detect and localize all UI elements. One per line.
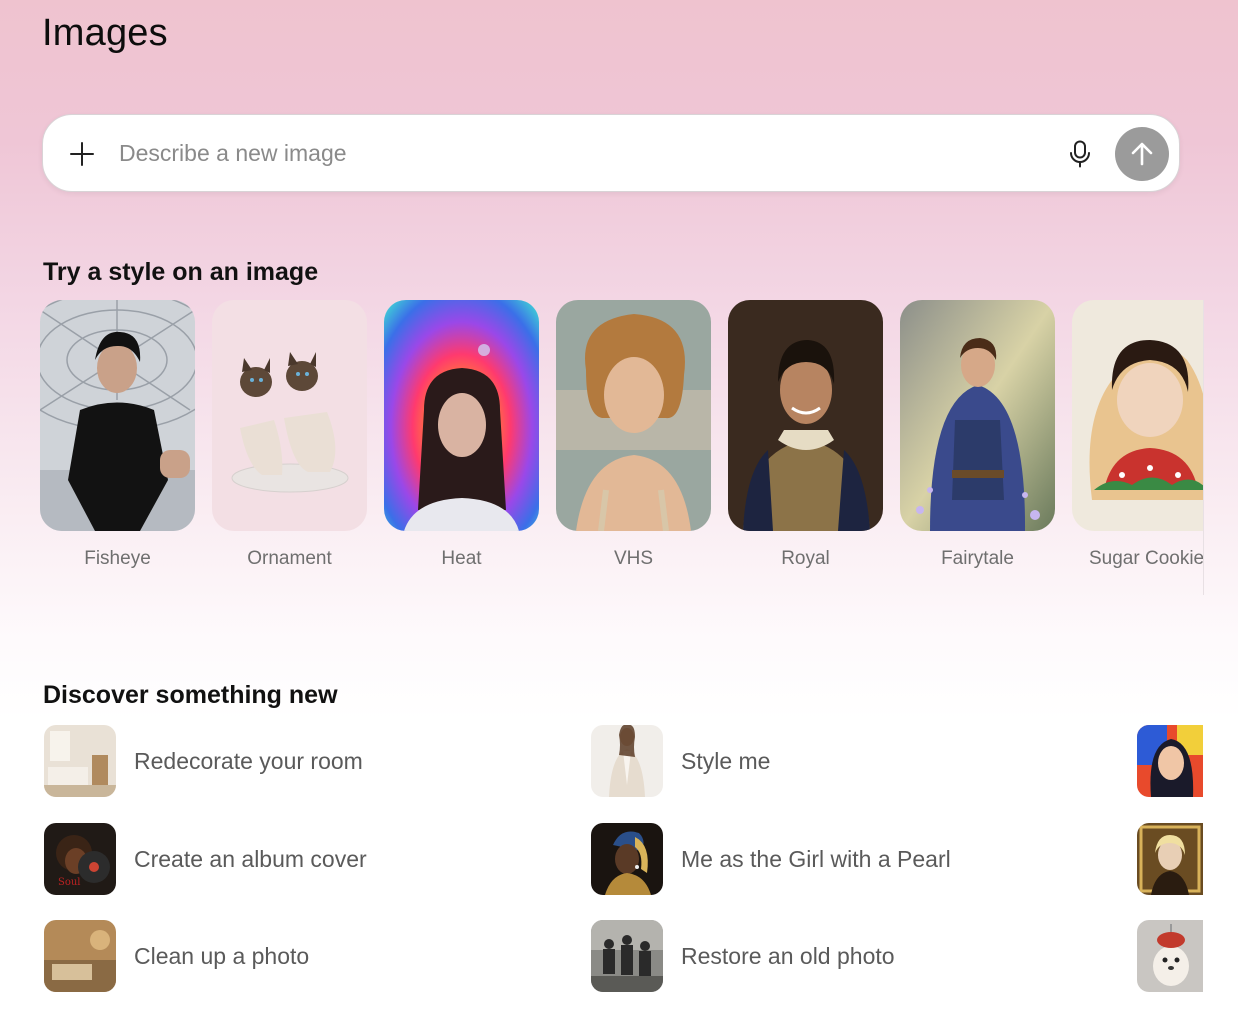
style-card-sugar-cookie[interactable]: Sugar Cookie: [1072, 300, 1203, 569]
discover-item-label: Restore an old photo: [681, 942, 895, 969]
arrow-up-icon: [1131, 142, 1153, 166]
discover-item-label: Style me: [681, 747, 771, 774]
pearl-thumbnail: [591, 823, 663, 895]
discover-item-partial-1[interactable]: [1137, 725, 1203, 797]
discover-item-album-cover[interactable]: Soul Create an album cover: [44, 823, 367, 895]
style-label: Ornament: [247, 548, 332, 569]
style-card-fairytale[interactable]: Fairytale: [900, 300, 1055, 569]
prompt-input[interactable]: [119, 133, 1019, 173]
styles-section-title: Try a style on an image: [43, 258, 319, 286]
page-title: Images: [42, 12, 168, 54]
discover-item-label: Me as the Girl with a Pearl: [681, 845, 951, 872]
microphone-button[interactable]: [1063, 137, 1097, 171]
tarot-portrait-thumbnail: [1137, 823, 1203, 895]
discover-item-partial-2[interactable]: [1137, 823, 1203, 895]
discover-item-restore-old-photo[interactable]: Restore an old photo: [591, 920, 895, 992]
style-card-ornament[interactable]: Ornament: [212, 300, 367, 569]
sugar-cookie-thumbnail: [1072, 300, 1203, 531]
discover-item-style-me[interactable]: Style me: [591, 725, 770, 797]
send-button[interactable]: [1115, 127, 1169, 181]
room-thumbnail: [44, 725, 116, 797]
discover-item-girl-with-pearl[interactable]: Me as the Girl with a Pearl: [591, 823, 951, 895]
add-attachment-button[interactable]: [67, 139, 97, 169]
style-card-heat[interactable]: Heat: [384, 300, 539, 569]
discover-item-clean-photo[interactable]: Clean up a photo: [44, 920, 309, 992]
discover-section-title: Discover something new: [43, 681, 338, 709]
plus-icon: [70, 142, 94, 166]
style-me-thumbnail: [591, 725, 663, 797]
style-label: Fairytale: [941, 548, 1014, 569]
style-card-fisheye[interactable]: Fisheye: [40, 300, 195, 569]
style-label: Heat: [441, 548, 482, 569]
old-photo-thumbnail: [591, 920, 663, 992]
dog-keychain-thumbnail: [1137, 920, 1203, 992]
style-card-vhs[interactable]: VHS: [556, 300, 711, 569]
discover-item-partial-3[interactable]: [1137, 920, 1203, 992]
comic-portrait-thumbnail: [1137, 725, 1203, 797]
discover-item-redecorate-room[interactable]: Redecorate your room: [44, 725, 363, 797]
album-thumbnail: Soul: [44, 823, 116, 895]
discover-item-label: Redecorate your room: [134, 747, 363, 774]
style-label: Royal: [781, 548, 830, 569]
styles-carousel[interactable]: Fisheye Ornament Heat VHS Royal Fairytal…: [40, 300, 1203, 595]
royal-thumbnail: [728, 300, 883, 531]
discover-item-label: Clean up a photo: [134, 942, 310, 969]
ornament-thumbnail: [212, 300, 367, 531]
discover-item-label: Create an album cover: [134, 845, 367, 872]
microphone-icon: [1070, 140, 1090, 168]
prompt-bar: [42, 114, 1180, 192]
style-label: Fisheye: [84, 548, 151, 569]
carousel-edge-divider: [1203, 300, 1204, 595]
style-label: VHS: [613, 548, 654, 569]
heat-thumbnail: [384, 300, 539, 531]
fairytale-thumbnail: [900, 300, 1055, 531]
vhs-thumbnail: [556, 300, 711, 531]
svg-text:Soul: Soul: [58, 877, 81, 888]
fisheye-thumbnail: [40, 300, 195, 531]
style-label: Sugar Cookie: [1089, 548, 1203, 569]
style-card-royal[interactable]: Royal: [728, 300, 883, 569]
clean-photo-thumbnail: [44, 920, 116, 992]
